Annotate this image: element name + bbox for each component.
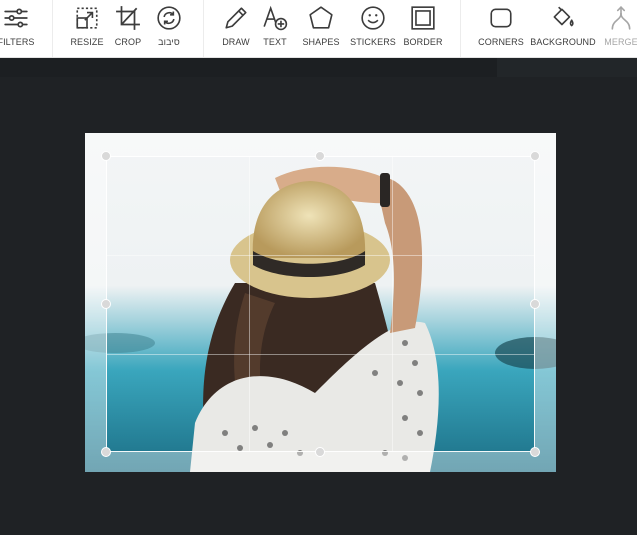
crop-grid-line	[107, 255, 534, 256]
crop-icon	[116, 6, 140, 30]
crop-handle-top-right[interactable]	[530, 151, 540, 161]
tool-rotate[interactable]: סיבוב	[155, 0, 183, 57]
tool-stickers-label: STICKERS	[350, 37, 396, 47]
tool-filters-label: FILTERS	[0, 37, 35, 47]
smiley-icon	[361, 6, 385, 30]
tool-corners[interactable]: CORNERS	[478, 0, 524, 57]
tool-shapes-label: SHAPES	[302, 37, 340, 47]
tool-draw-label: DRAW	[222, 37, 250, 47]
tool-resize[interactable]: RESIZE	[70, 0, 104, 57]
text-add-icon	[263, 5, 288, 31]
tool-draw[interactable]: DRAW	[222, 0, 250, 57]
tool-border[interactable]: BORDER	[403, 0, 443, 57]
tool-merge[interactable]: MERGE	[604, 0, 637, 57]
tool-resize-label: RESIZE	[70, 37, 104, 47]
tool-rotate-label: סיבוב	[158, 37, 180, 47]
tool-background-label: BACKGROUND	[530, 37, 596, 47]
tool-stickers[interactable]: STICKERS	[350, 0, 396, 57]
tool-text[interactable]: TEXT	[261, 0, 289, 57]
tool-crop-label: CROP	[114, 37, 142, 47]
pencil-icon	[225, 7, 247, 29]
crop-grid-line	[107, 354, 534, 355]
merge-icon	[611, 6, 631, 30]
crop-handle-bottom-left[interactable]	[101, 447, 111, 457]
crop-handle-left[interactable]	[101, 299, 111, 309]
pentagon-icon	[309, 6, 333, 29]
crop-handle-top[interactable]	[315, 151, 325, 161]
rotate-icon	[157, 6, 181, 30]
paint-bucket-icon	[553, 6, 574, 27]
tool-border-label: BORDER	[403, 37, 443, 47]
resize-icon	[76, 7, 98, 29]
toolbar-divider	[460, 0, 461, 57]
tool-corners-label: CORNERS	[478, 37, 524, 47]
crop-handle-right[interactable]	[530, 299, 540, 309]
tool-shapes[interactable]: SHAPES	[302, 0, 340, 57]
crop-grid-line	[392, 157, 393, 451]
crop-handle-bottom-right[interactable]	[530, 447, 540, 457]
rounded-square-icon	[490, 8, 512, 28]
editor-toolbar: FILTERS RESIZE CROP סיבוב DRAW TEXT SHAP…	[0, 0, 637, 58]
border-frame-icon	[411, 6, 435, 30]
crop-handle-bottom[interactable]	[315, 447, 325, 457]
toolbar-divider	[203, 0, 204, 57]
tool-background[interactable]: BACKGROUND	[530, 0, 596, 57]
sliders-icon	[4, 8, 28, 28]
toolbar-divider	[52, 0, 53, 57]
crop-grid-line	[249, 157, 250, 451]
crop-handle-top-left[interactable]	[101, 151, 111, 161]
tool-crop[interactable]: CROP	[114, 0, 142, 57]
editor-subbar	[0, 58, 637, 77]
crop-selection[interactable]	[106, 156, 535, 452]
tool-merge-label: MERGE	[604, 37, 637, 47]
subbar-panel	[497, 58, 637, 77]
tool-filters[interactable]: FILTERS	[0, 0, 35, 57]
tool-text-label: TEXT	[263, 37, 287, 47]
